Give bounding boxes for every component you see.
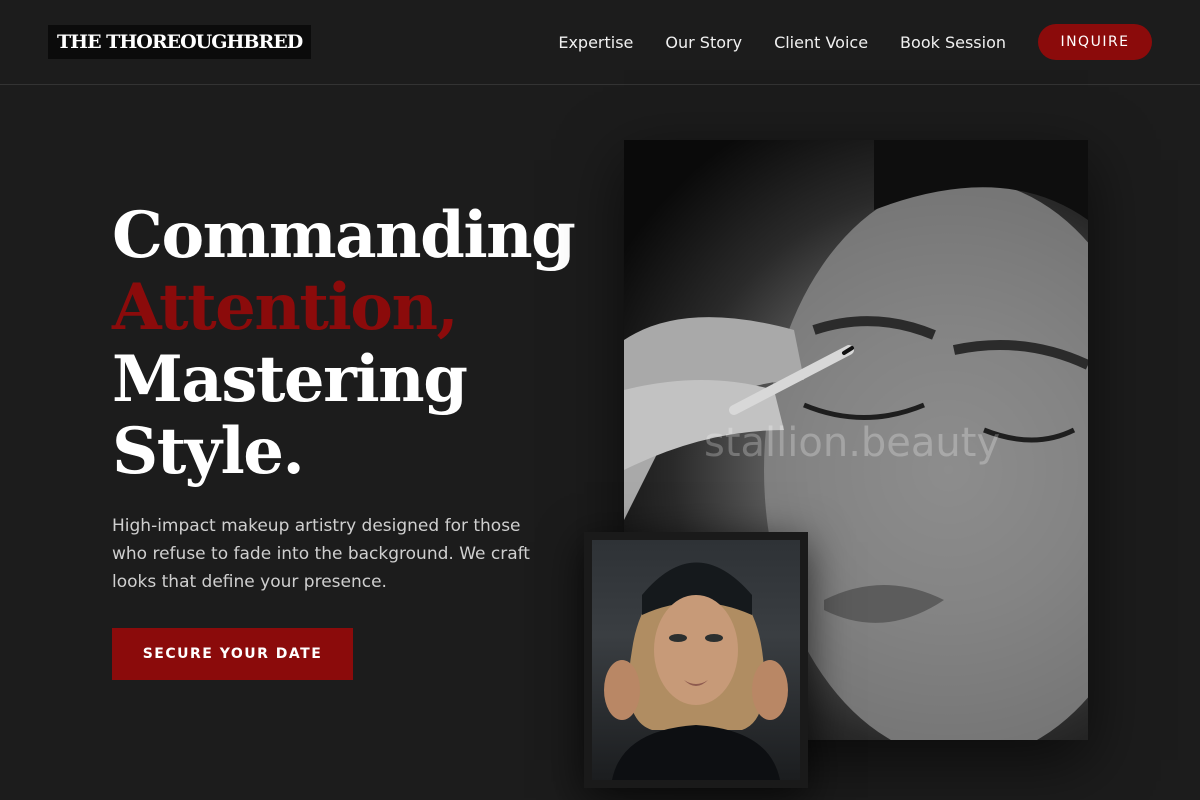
model-portrait-photo — [604, 562, 788, 780]
brand-logo[interactable]: THE THOREOUGHBRED — [48, 25, 312, 59]
hero-subtitle: High-impact makeup artistry designed for… — [112, 516, 530, 592]
hero-photo-inset — [584, 532, 808, 788]
nav-link-book-session[interactable]: Book Session — [900, 33, 1006, 52]
hero-title-line-3: Mastering — [112, 342, 468, 417]
main-nav: Expertise Our Story Client Voice Book Se… — [558, 24, 1152, 60]
site-header: THE THOREOUGHBRED Expertise Our Story Cl… — [0, 0, 1200, 85]
nav-link-client-voice[interactable]: Client Voice — [774, 33, 868, 52]
nav-link-our-story[interactable]: Our Story — [665, 33, 742, 52]
nav-link-expertise[interactable]: Expertise — [558, 33, 633, 52]
hero-title-line-2: Attention, — [112, 270, 459, 345]
hero-title: Commanding Attention, Mastering Style. — [112, 198, 576, 489]
photo-watermark: stallion.beauty — [704, 420, 1001, 466]
hero-title-line-1: Commanding — [112, 198, 576, 273]
secure-date-button[interactable]: SECURE YOUR DATE — [112, 628, 353, 680]
inquire-button[interactable]: INQUIRE — [1038, 24, 1152, 60]
inset-photo — [592, 540, 800, 780]
hero-title-line-4: Style. — [112, 414, 305, 489]
